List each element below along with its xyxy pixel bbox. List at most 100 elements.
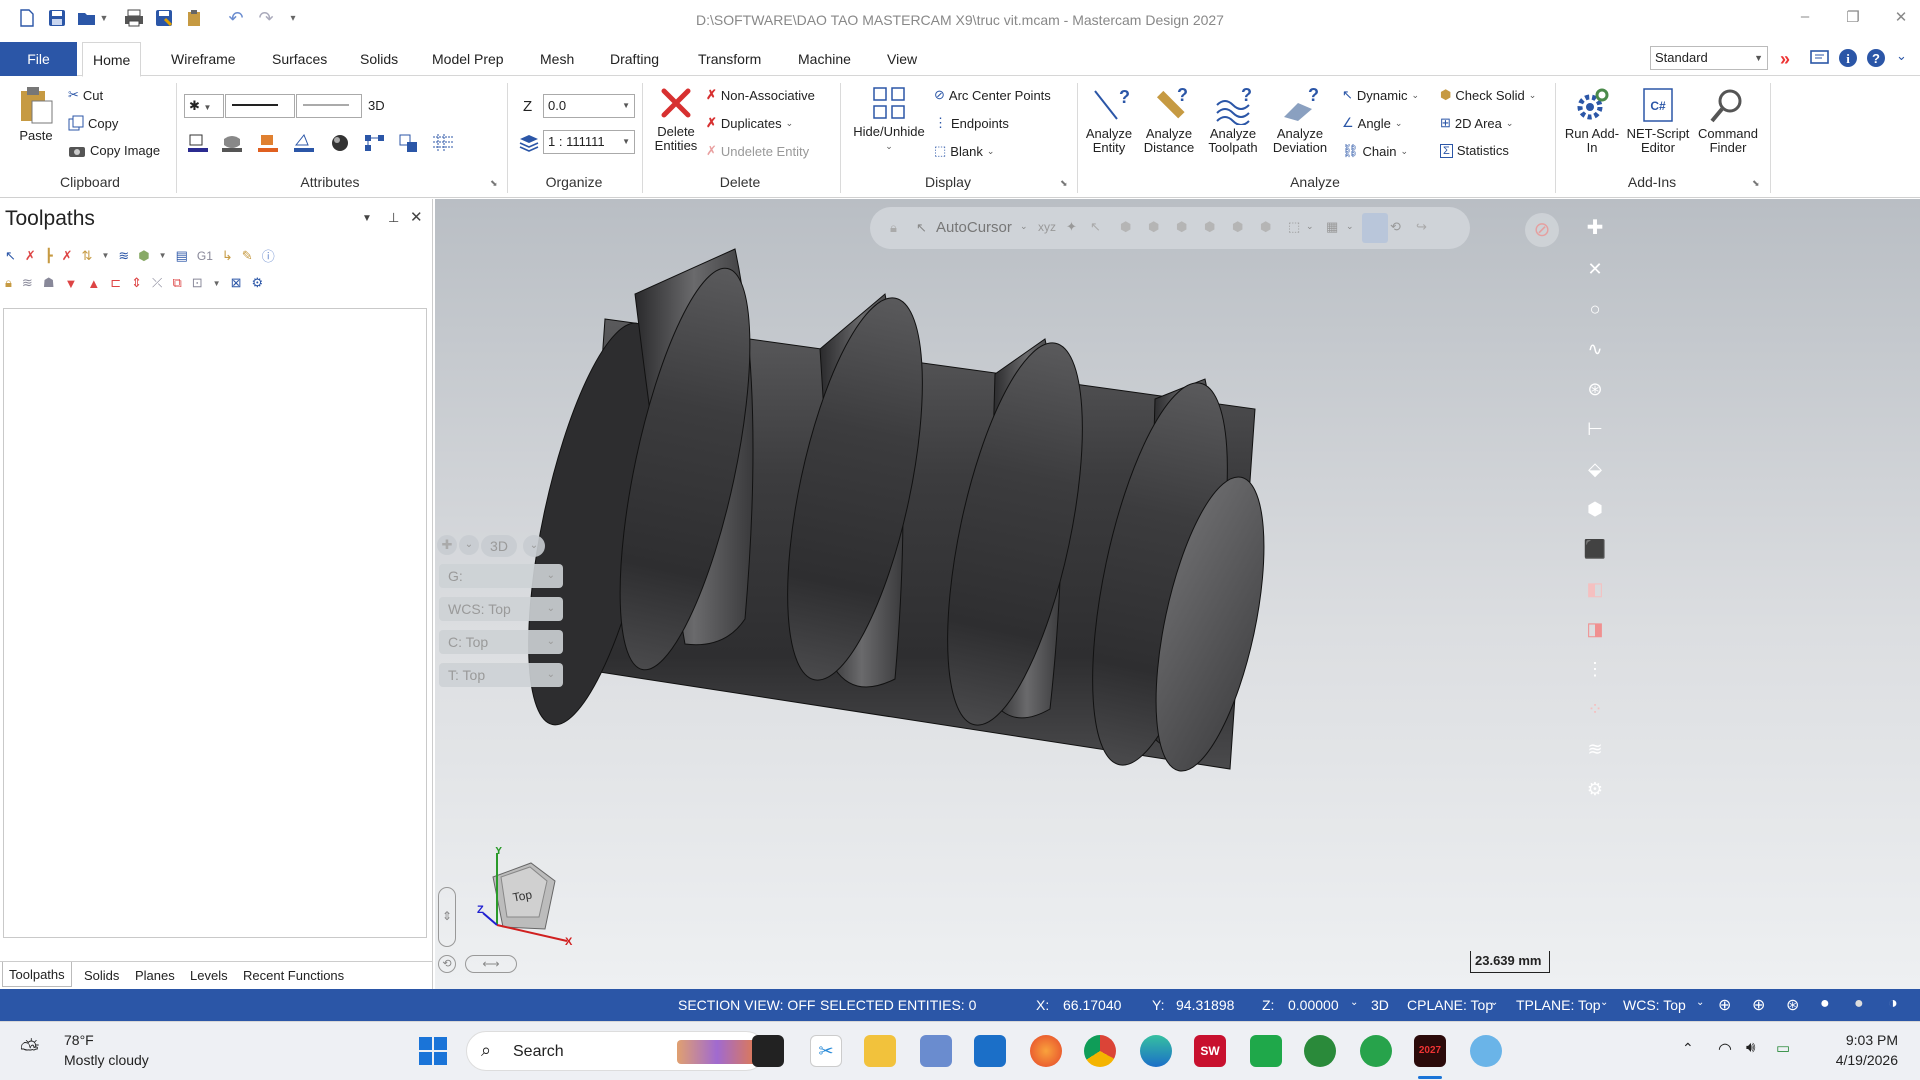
copy-operations-icon[interactable]: ⧉ [172,275,181,291]
statistics-button[interactable]: Σ Statistics [1440,143,1509,158]
copy-button[interactable]: Copy [68,115,118,131]
tab-view[interactable]: View [877,42,927,76]
snipping-tool-icon[interactable]: ✂ [810,1035,842,1067]
mode-status[interactable]: 3D [1371,997,1389,1013]
deselect-operations-icon[interactable]: ✗ [25,248,36,264]
app-green-icon[interactable] [1250,1035,1282,1067]
settings-mask-icon[interactable]: ⚙ [1587,779,1603,800]
tplane-status[interactable]: TPLANE: Top [1516,997,1601,1013]
regenerate-icon[interactable]: ┣ [45,248,53,264]
level-field[interactable]: 1 : 111111 ▼ [543,130,635,154]
help-icon[interactable]: ? [1866,48,1886,68]
rotate-icon[interactable]: ⟲ [438,955,456,973]
app-blue-icon[interactable] [1470,1035,1502,1067]
run-add-in-button[interactable]: Run Add-In [1560,85,1624,155]
point-mask-icon[interactable]: ⋮ [1586,659,1604,680]
toggle-selection-icon[interactable]: ⇅ [82,248,93,264]
expand-collapse-icon[interactable]: ⇕ [131,275,142,291]
chrome-icon[interactable] [1084,1035,1116,1067]
attributes-launcher-icon[interactable]: ⬊ [490,178,498,189]
copy-image-button[interactable]: Copy Image [68,143,160,158]
globe-app-icon[interactable] [1304,1035,1336,1067]
move-up-icon[interactable]: ▲ [87,276,100,291]
regenerate-dirty-icon[interactable]: ✗ [62,248,73,264]
post-g1-icon[interactable]: G1 [197,249,213,263]
fill-color-icon[interactable] [292,133,316,153]
line-width-dropdown[interactable] [296,94,362,118]
feedback-icon[interactable] [1810,49,1830,67]
tool-manager-icon[interactable]: ⊠ [231,275,242,291]
tab-transform[interactable]: Transform [688,42,771,76]
chevron-down-icon[interactable]: ⌄ [1600,997,1608,1008]
wcs-dropdown[interactable]: WCS: Top ⌄ [439,597,563,621]
filter-icon[interactable]: ⤫ [152,275,162,291]
cut-button[interactable]: ✂ Cut [68,87,103,103]
cancel-icon[interactable]: ⊘ [1525,213,1559,247]
high-speed-icon[interactable]: ✎ [242,248,253,264]
view-cube[interactable]: Top Y X Z [475,847,575,947]
tab-solids[interactable]: Solids [350,42,408,76]
wcs-status[interactable]: WCS: Top [1623,997,1686,1013]
check-solid-button[interactable]: ⬢ Check Solid ⌄ [1440,87,1536,103]
tab-machine[interactable]: Machine [788,42,861,76]
level-mask-icon[interactable]: ≋ [1587,739,1602,760]
view-mode-3d[interactable]: 3D [481,535,517,557]
tab-mesh[interactable]: Mesh [530,42,584,76]
ribbon-options-icon[interactable]: ⌄ [1896,48,1907,64]
pin-icon[interactable]: ⊥ [388,210,399,226]
solid-edge-mask-icon[interactable]: ⬛ [1584,539,1606,560]
cplane-dropdown[interactable]: C: Top ⌄ [439,630,563,654]
simulate-icon[interactable]: ▤ [176,248,188,264]
move-down-icon[interactable]: ▼ [64,276,77,291]
section-view-status[interactable]: SECTION VIEW: OFF [678,997,815,1013]
surface-mask-icon[interactable]: ⊛ [1587,379,1602,400]
blank-button[interactable]: ⬚ Blank ⌄ [934,143,994,159]
undelete-entity-button[interactable]: ✗ Undelete Entity [706,143,809,159]
globe-icon[interactable]: ⊕ [1718,995,1731,1015]
material-icon[interactable] [328,133,352,153]
angle-button[interactable]: ∠ Angle ⌄ [1342,115,1402,131]
insert-arrow-icon[interactable]: ⊏ [110,275,121,291]
z-depth-field[interactable]: 0.0 ▼ [543,94,635,118]
edge-icon[interactable] [1140,1035,1172,1067]
post-process-icon[interactable]: ↳ [222,248,233,264]
hide-unhide-button[interactable]: Hide/Unhide ⌄ [848,85,930,153]
display-options-icon[interactable]: ⊡ [192,275,203,291]
close-panel-icon[interactable]: ✕ [410,208,423,226]
shaded-icon[interactable]: ● [1820,995,1830,1013]
levels-icon[interactable] [518,133,540,153]
chevron-down-icon[interactable]: ▼ [213,279,221,288]
tab-drafting[interactable]: Drafting [600,42,669,76]
reset-attributes-icon[interactable] [398,133,420,153]
select-all-operations-icon[interactable]: ↖ [5,248,16,264]
minimize-button[interactable]: – [1790,8,1820,28]
torrent-icon[interactable] [1360,1035,1392,1067]
graphics-viewport[interactable]: 🔒︎ ↖ AutoCursor ⌄ xyz ✦ ↖ ⬢ ⬢ ⬢ ⬢ ⬢ ⬢ ⬚ … [435,199,1920,989]
panel-menu-icon[interactable]: ▼ [362,213,372,224]
cplane-status[interactable]: CPLANE: Top [1407,997,1493,1013]
info-icon[interactable]: i [1838,48,1858,68]
surface-color-icon[interactable] [220,133,244,153]
dimension-mask-icon[interactable]: ⊢ [1587,419,1603,440]
endpoints-button[interactable]: ⋮ Endpoints [934,115,1009,131]
hidden-line-icon[interactable]: ⊛ [1786,995,1799,1015]
tab-planes[interactable]: Planes [135,968,175,983]
dynamic-button[interactable]: ↖ Dynamic ⌄ [1342,87,1419,103]
add-icon[interactable]: ✚ [1587,215,1604,240]
gview-dropdown[interactable]: G: ⌄ [439,564,563,588]
wifi-icon[interactable]: ◠ [1718,1039,1732,1059]
outlook-icon[interactable] [974,1035,1006,1067]
tab-recent-functions[interactable]: Recent Functions [243,968,344,983]
shaded-edges-icon[interactable]: ● [1854,995,1864,1013]
area-2d-button[interactable]: ⊞ 2D Area ⌄ [1440,115,1513,131]
solidworks-icon[interactable]: SW [1194,1035,1226,1067]
tab-surfaces[interactable]: Surfaces [262,42,337,76]
mastercam-app-icon[interactable]: 2027 [1414,1035,1446,1067]
paste-button[interactable]: Paste [12,85,60,143]
point-style-dropdown[interactable]: ✱ ▼ [184,94,224,118]
attribute-mode[interactable]: 3D [368,98,385,113]
weather-icon[interactable]: ⛅︎ [20,1036,39,1064]
display-launcher-icon[interactable]: ⬊ [1060,178,1068,189]
non-associative-button[interactable]: ✗ Non-Associative [706,87,815,103]
analyze-deviation-button[interactable]: ? Analyze Deviation [1266,85,1334,155]
